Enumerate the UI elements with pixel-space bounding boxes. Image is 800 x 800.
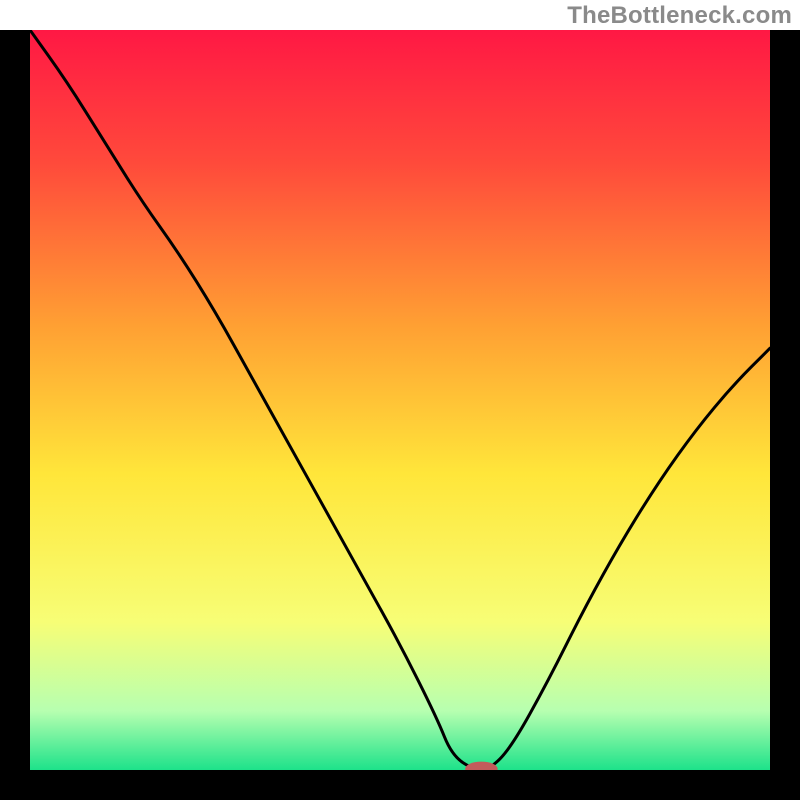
frame-left (0, 30, 30, 800)
frame-right (770, 30, 800, 800)
watermark-text: TheBottleneck.com (567, 2, 792, 30)
bottleneck-chart (0, 30, 800, 800)
chart-background (30, 30, 770, 770)
frame-bottom (0, 770, 800, 800)
chart-svg (0, 30, 800, 800)
